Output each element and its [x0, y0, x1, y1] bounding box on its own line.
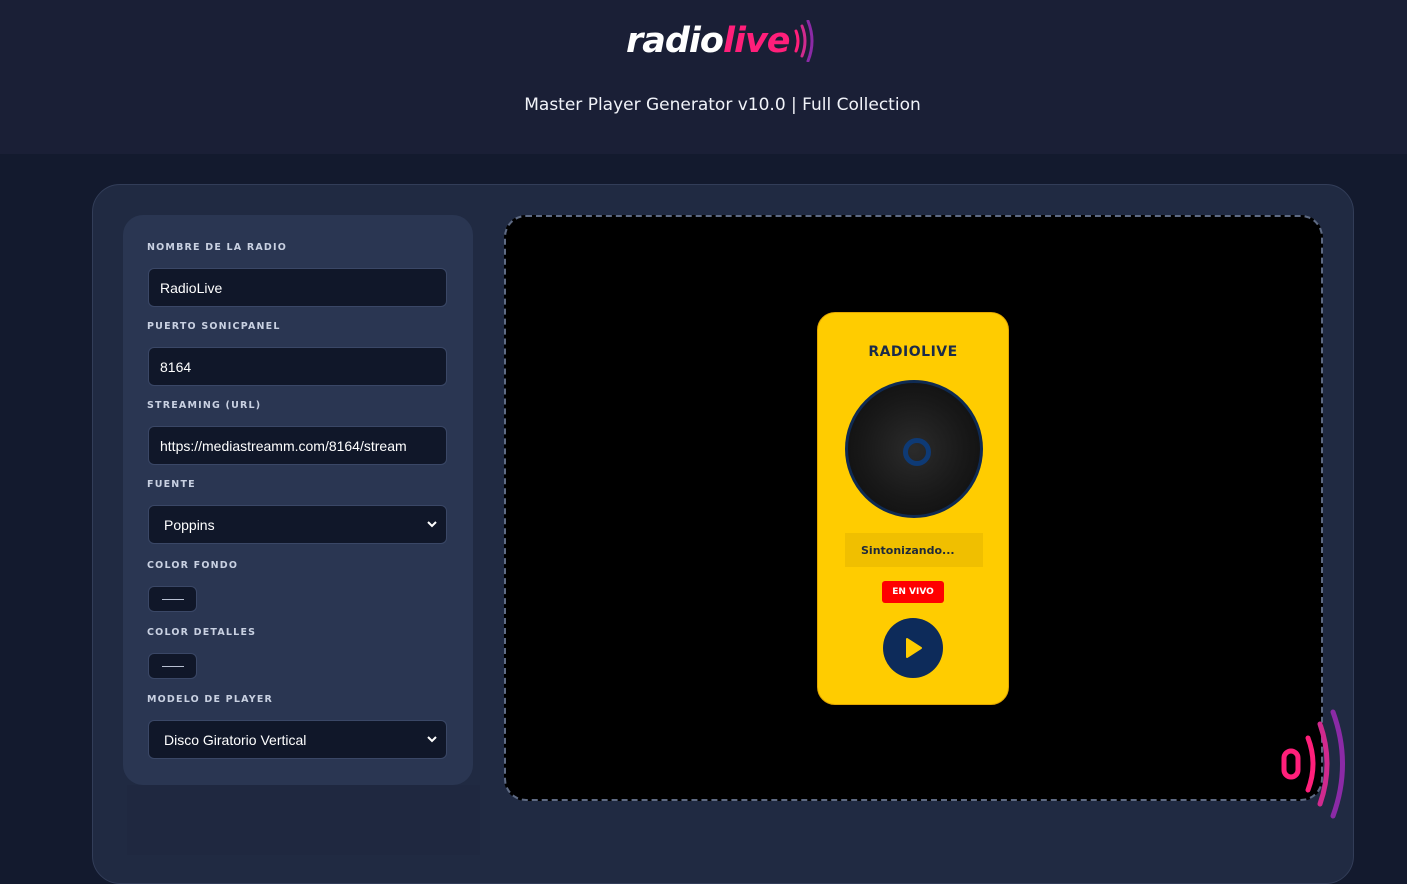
sidebar-bottom-area [127, 785, 480, 855]
radiolive-logo: radio live [626, 18, 816, 64]
radio-signal-icon [1281, 709, 1345, 819]
live-badge: EN VIVO [882, 581, 944, 603]
stream-url-label: STREAMING (URL) [147, 400, 262, 411]
player-model-value: Disco Giratorio Vertical [164, 731, 307, 748]
port-value: 8164 [160, 358, 192, 375]
disc-center [903, 438, 931, 466]
bg-color-picker[interactable] [148, 586, 197, 612]
player-title: RADIOLIVE [868, 344, 958, 360]
detail-color-picker[interactable] [148, 653, 197, 679]
status-text: Sintonizando... [861, 543, 955, 557]
port-label: PUERTO SONICPANEL [147, 321, 281, 332]
chevron-down-icon [427, 521, 437, 528]
player-model-label: MODELO DE PLAYER [147, 694, 274, 705]
header: radio live Master Player Generator v10.0 … [0, 0, 1407, 154]
logo-text-live: live [722, 21, 791, 61]
font-select-value: Poppins [164, 516, 215, 533]
now-playing-status: Sintonizando... [845, 533, 983, 567]
radio-name-label: NOMBRE DE LA RADIO [147, 242, 287, 253]
radio-name-value: RadioLive [160, 279, 223, 296]
player-card: RADIOLIVE Sintonizando... EN VIVO [817, 312, 1009, 705]
font-select[interactable]: Poppins [148, 505, 447, 544]
port-input[interactable]: 8164 [148, 347, 447, 386]
detail-color-label: COLOR DETALLES [147, 627, 257, 638]
player-model-select[interactable]: Disco Giratorio Vertical [148, 720, 447, 759]
play-icon [906, 638, 922, 658]
radio-name-input[interactable]: RadioLive [148, 268, 447, 307]
play-button[interactable] [883, 618, 943, 678]
stream-url-value: https://mediastreamm.com/8164/stream [160, 437, 407, 454]
stream-url-input[interactable]: https://mediastreamm.com/8164/stream [148, 426, 447, 465]
spinning-disc [845, 380, 983, 518]
logo-text-radio: radio [626, 21, 724, 61]
page-subtitle: Master Player Generator v10.0 | Full Col… [524, 95, 921, 115]
settings-sidebar: NOMBRE DE LA RADIO RadioLive PUERTO SONI… [123, 215, 473, 785]
chevron-down-icon [427, 736, 437, 743]
bg-color-label: COLOR FONDO [147, 560, 239, 571]
font-label: FUENTE [147, 479, 196, 490]
signal-waves-icon [794, 20, 814, 62]
